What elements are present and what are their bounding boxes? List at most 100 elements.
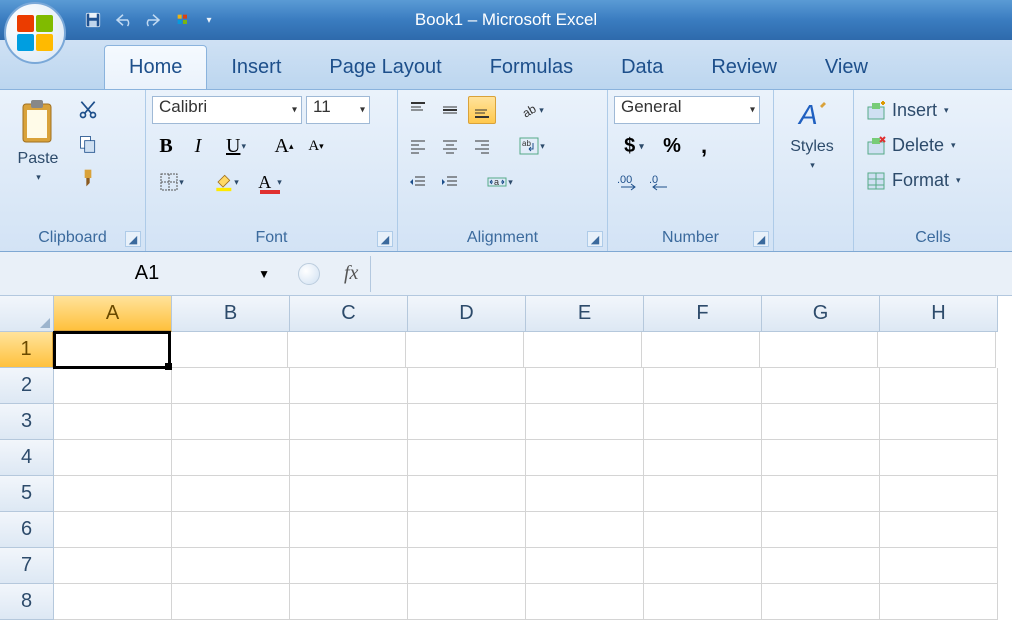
cell-F2[interactable] (644, 368, 762, 404)
accounting-format-button[interactable]: $▾ (614, 132, 654, 160)
percent-format-button[interactable]: % (658, 132, 686, 160)
dialog-launcher-icon[interactable]: ◢ (587, 231, 603, 247)
cell-H5[interactable] (880, 476, 998, 512)
increase-indent-button[interactable] (436, 168, 464, 196)
office-button[interactable] (4, 2, 66, 64)
dialog-launcher-icon[interactable]: ◢ (377, 231, 393, 247)
cell-G8[interactable] (762, 584, 880, 620)
borders-button[interactable]: ▾ (152, 168, 192, 196)
cell-G7[interactable] (762, 548, 880, 584)
cell-F3[interactable] (644, 404, 762, 440)
col-header-D[interactable]: D (408, 296, 526, 332)
tab-data[interactable]: Data (597, 46, 687, 89)
cell-G4[interactable] (762, 440, 880, 476)
cell-B7[interactable] (172, 548, 290, 584)
tab-review[interactable]: Review (687, 46, 801, 89)
chevron-down-icon[interactable]: ▼ (258, 267, 270, 281)
cell-D3[interactable] (408, 404, 526, 440)
merge-center-button[interactable]: a▾ (480, 168, 520, 196)
cell-H6[interactable] (880, 512, 998, 548)
font-name-select[interactable]: Calibri▾ (152, 96, 302, 124)
tab-insert[interactable]: Insert (207, 46, 305, 89)
cell-G1[interactable] (760, 332, 878, 368)
wrap-text-button[interactable]: ab▾ (512, 132, 552, 160)
spreadsheet-grid[interactable]: A B C D E F G H 12345678 (0, 296, 1012, 620)
comma-format-button[interactable]: , (690, 132, 718, 160)
cut-button[interactable] (74, 96, 102, 124)
row-header-7[interactable]: 7 (0, 548, 54, 584)
font-color-button[interactable]: A ▾ (250, 168, 290, 196)
cell-F1[interactable] (642, 332, 760, 368)
cell-D7[interactable] (408, 548, 526, 584)
col-header-C[interactable]: C (290, 296, 408, 332)
grow-font-button[interactable]: A▴ (270, 132, 298, 160)
orientation-button[interactable]: ab▾ (512, 96, 552, 124)
cell-E6[interactable] (526, 512, 644, 548)
shrink-font-button[interactable]: A▾ (302, 132, 330, 160)
col-header-E[interactable]: E (526, 296, 644, 332)
cell-F8[interactable] (644, 584, 762, 620)
increase-decimal-button[interactable]: .00 (614, 168, 642, 196)
tab-page-layout[interactable]: Page Layout (305, 46, 465, 89)
format-cells-button[interactable]: Format▾ (860, 168, 967, 193)
cell-G3[interactable] (762, 404, 880, 440)
col-header-B[interactable]: B (172, 296, 290, 332)
cell-B5[interactable] (172, 476, 290, 512)
cell-G5[interactable] (762, 476, 880, 512)
align-center-button[interactable] (436, 132, 464, 160)
dialog-launcher-icon[interactable]: ◢ (753, 231, 769, 247)
underline-button[interactable]: U▾ (216, 132, 256, 160)
cell-H1[interactable] (878, 332, 996, 368)
cell-A3[interactable] (54, 404, 172, 440)
cell-D5[interactable] (408, 476, 526, 512)
cell-F7[interactable] (644, 548, 762, 584)
row-header-1[interactable]: 1 (0, 332, 54, 368)
delete-cells-button[interactable]: Delete▾ (860, 133, 967, 158)
fill-color-button[interactable]: ▾ (206, 168, 246, 196)
cell-E1[interactable] (524, 332, 642, 368)
cell-C8[interactable] (290, 584, 408, 620)
cell-D4[interactable] (408, 440, 526, 476)
paste-button[interactable]: Paste ▾ (6, 94, 70, 227)
redo-button[interactable] (142, 9, 164, 31)
col-header-G[interactable]: G (762, 296, 880, 332)
cell-B1[interactable] (170, 332, 288, 368)
cell-H3[interactable] (880, 404, 998, 440)
cell-A6[interactable] (54, 512, 172, 548)
cell-D8[interactable] (408, 584, 526, 620)
align-left-button[interactable] (404, 132, 432, 160)
cell-D1[interactable] (406, 332, 524, 368)
row-header-3[interactable]: 3 (0, 404, 54, 440)
cell-A2[interactable] (54, 368, 172, 404)
align-right-button[interactable] (468, 132, 496, 160)
cell-C6[interactable] (290, 512, 408, 548)
cell-D6[interactable] (408, 512, 526, 548)
font-size-select[interactable]: 11▾ (306, 96, 370, 124)
row-header-2[interactable]: 2 (0, 368, 54, 404)
cell-G2[interactable] (762, 368, 880, 404)
decrease-indent-button[interactable] (404, 168, 432, 196)
cell-E7[interactable] (526, 548, 644, 584)
cell-E5[interactable] (526, 476, 644, 512)
cell-A7[interactable] (54, 548, 172, 584)
cell-A8[interactable] (54, 584, 172, 620)
cell-F6[interactable] (644, 512, 762, 548)
cell-G6[interactable] (762, 512, 880, 548)
cell-B2[interactable] (172, 368, 290, 404)
cell-F5[interactable] (644, 476, 762, 512)
name-box[interactable]: A1 ▼ (12, 258, 282, 290)
format-painter-button[interactable] (74, 164, 102, 192)
fx-icon[interactable]: fx (344, 262, 358, 285)
cell-E2[interactable] (526, 368, 644, 404)
save-button[interactable] (82, 9, 104, 31)
cancel-formula-icon[interactable] (298, 263, 320, 285)
number-format-select[interactable]: General▾ (614, 96, 760, 124)
dialog-launcher-icon[interactable]: ◢ (125, 231, 141, 247)
cell-H8[interactable] (880, 584, 998, 620)
cell-B6[interactable] (172, 512, 290, 548)
cell-E4[interactable] (526, 440, 644, 476)
cell-H7[interactable] (880, 548, 998, 584)
cell-E3[interactable] (526, 404, 644, 440)
cell-B4[interactable] (172, 440, 290, 476)
insert-cells-button[interactable]: Insert▾ (860, 98, 967, 123)
